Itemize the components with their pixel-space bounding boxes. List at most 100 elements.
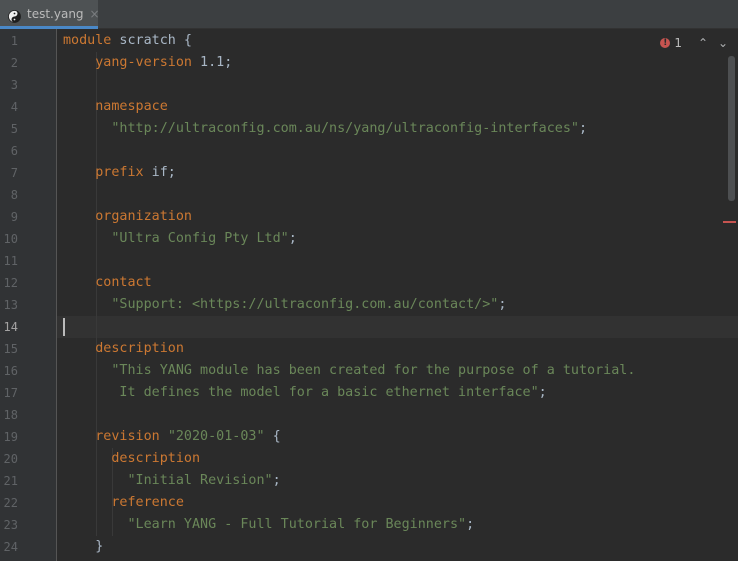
error-icon[interactable]: ! bbox=[660, 38, 671, 48]
code-keyword: yang-version bbox=[95, 55, 192, 70]
code-line[interactable]: yang-version 1.1; bbox=[63, 52, 232, 74]
code-text: if; bbox=[143, 165, 176, 180]
code-text: { bbox=[264, 429, 281, 444]
code-keyword: module bbox=[63, 33, 112, 48]
line-number[interactable]: 24 bbox=[0, 536, 18, 558]
line-number[interactable]: 10 bbox=[0, 228, 18, 250]
code-text: ; bbox=[272, 473, 281, 488]
line-number[interactable]: 16 bbox=[0, 360, 18, 382]
code-line[interactable]: organization bbox=[63, 206, 192, 228]
line-number-gutter[interactable]: 1 2 3 4 5 6 7 8 9 10 11 12 13 14 15 16 17 18 19 20 21 22 23 24 bbox=[0, 29, 57, 561]
line-number[interactable]: 18 bbox=[0, 404, 18, 426]
vertical-scrollbar-thumb[interactable] bbox=[728, 56, 735, 201]
code-editor[interactable]: 1 2 3 4 5 6 7 8 9 10 11 12 13 14 15 16 17 18 19 20 21 22 23 24 … bbox=[0, 29, 738, 561]
line-number[interactable]: 13 bbox=[0, 294, 18, 316]
editor-tab-bar: test.yang × bbox=[0, 0, 738, 29]
line-number[interactable]: 19 bbox=[0, 426, 18, 448]
code-line[interactable]: } bbox=[63, 536, 103, 558]
line-number[interactable]: 11 bbox=[0, 250, 18, 272]
code-keyword: organization bbox=[95, 209, 192, 224]
code-line[interactable]: revision "2020-01-03" { bbox=[63, 426, 281, 448]
code-line[interactable]: description bbox=[63, 448, 200, 470]
code-line[interactable]: module scratch { bbox=[63, 30, 192, 52]
line-number[interactable]: 14 bbox=[0, 316, 18, 338]
close-icon[interactable]: × bbox=[90, 8, 100, 20]
code-line[interactable]: "Learn YANG - Full Tutorial for Beginner… bbox=[63, 514, 475, 536]
code-line[interactable]: prefix if; bbox=[63, 162, 176, 184]
code-line[interactable]: "This YANG module has been created for t… bbox=[63, 360, 635, 382]
code-line[interactable]: "http://ultraconfig.com.au/ns/yang/ultra… bbox=[63, 118, 587, 140]
inspection-widget[interactable]: ! 1 ⌃ ⌄ bbox=[660, 35, 730, 51]
line-number[interactable]: 5 bbox=[0, 118, 18, 140]
code-string: "Ultra Config Pty Ltd" bbox=[111, 231, 289, 246]
code-line[interactable]: It defines the model for a basic etherne… bbox=[63, 382, 547, 404]
code-keyword: contact bbox=[95, 275, 152, 290]
line-number[interactable]: 7 bbox=[0, 162, 18, 184]
line-number[interactable]: 22 bbox=[0, 492, 18, 514]
current-line-highlight bbox=[57, 316, 738, 338]
line-number[interactable]: 15 bbox=[0, 338, 18, 360]
code-keyword: description bbox=[111, 451, 201, 466]
code-keyword: revision bbox=[95, 429, 160, 444]
line-number[interactable]: 20 bbox=[0, 448, 18, 470]
line-number[interactable]: 8 bbox=[0, 184, 18, 206]
code-string: "2020-01-03" bbox=[167, 429, 265, 444]
code-line[interactable]: "Ultra Config Pty Ltd"; bbox=[63, 228, 297, 250]
code-keyword: description bbox=[95, 341, 184, 356]
next-highlight-icon[interactable]: ⌄ bbox=[716, 36, 730, 50]
code-keyword: namespace bbox=[95, 99, 168, 114]
line-number[interactable]: 12 bbox=[0, 272, 18, 294]
line-number[interactable]: 2 bbox=[0, 52, 18, 74]
code-text: 1.1; bbox=[192, 55, 233, 70]
tab-test-yang[interactable]: test.yang × bbox=[0, 0, 100, 29]
code-keyword: prefix bbox=[95, 165, 144, 180]
code-text: ; bbox=[288, 231, 297, 246]
line-number[interactable]: 17 bbox=[0, 382, 18, 404]
code-text: } bbox=[63, 539, 104, 554]
code-string: "http://ultraconfig.com.au/ns/yang/ultra… bbox=[111, 121, 579, 136]
yang-file-icon bbox=[8, 8, 21, 23]
code-line[interactable]: namespace bbox=[63, 96, 168, 118]
line-number[interactable]: 21 bbox=[0, 470, 18, 492]
code-keyword: reference bbox=[111, 495, 184, 510]
code-string: "Learn YANG - Full Tutorial for Beginner… bbox=[127, 517, 467, 532]
code-string: "This YANG module has been created for t… bbox=[111, 363, 636, 378]
line-number[interactable]: 3 bbox=[0, 74, 18, 96]
code-line[interactable]: description bbox=[63, 338, 184, 360]
code-line[interactable]: "Support: <https://ultraconfig.com.au/co… bbox=[63, 294, 506, 316]
code-text: ; bbox=[578, 121, 588, 136]
code-string: "Support: <https://ultraconfig.com.au/co… bbox=[111, 297, 499, 312]
line-number[interactable]: 6 bbox=[0, 140, 18, 162]
code-text: scratch { bbox=[111, 33, 192, 48]
error-count[interactable]: 1 bbox=[674, 36, 682, 50]
line-number[interactable]: 4 bbox=[0, 96, 18, 118]
code-line[interactable]: reference bbox=[63, 492, 184, 514]
line-number[interactable]: 1 bbox=[0, 30, 18, 52]
code-text: ; bbox=[498, 297, 507, 312]
code-line[interactable]: "Initial Revision"; bbox=[63, 470, 281, 492]
code-line[interactable]: contact bbox=[63, 272, 152, 294]
line-number[interactable]: 9 bbox=[0, 206, 18, 228]
text-caret bbox=[63, 318, 65, 336]
code-text: ; bbox=[538, 385, 547, 400]
code-string: It defines the model for a basic etherne… bbox=[63, 385, 539, 400]
tab-label: test.yang bbox=[27, 7, 84, 21]
error-stripe-marker[interactable] bbox=[723, 221, 736, 223]
previous-highlight-icon[interactable]: ⌃ bbox=[696, 36, 710, 50]
line-number[interactable]: 23 bbox=[0, 514, 18, 536]
